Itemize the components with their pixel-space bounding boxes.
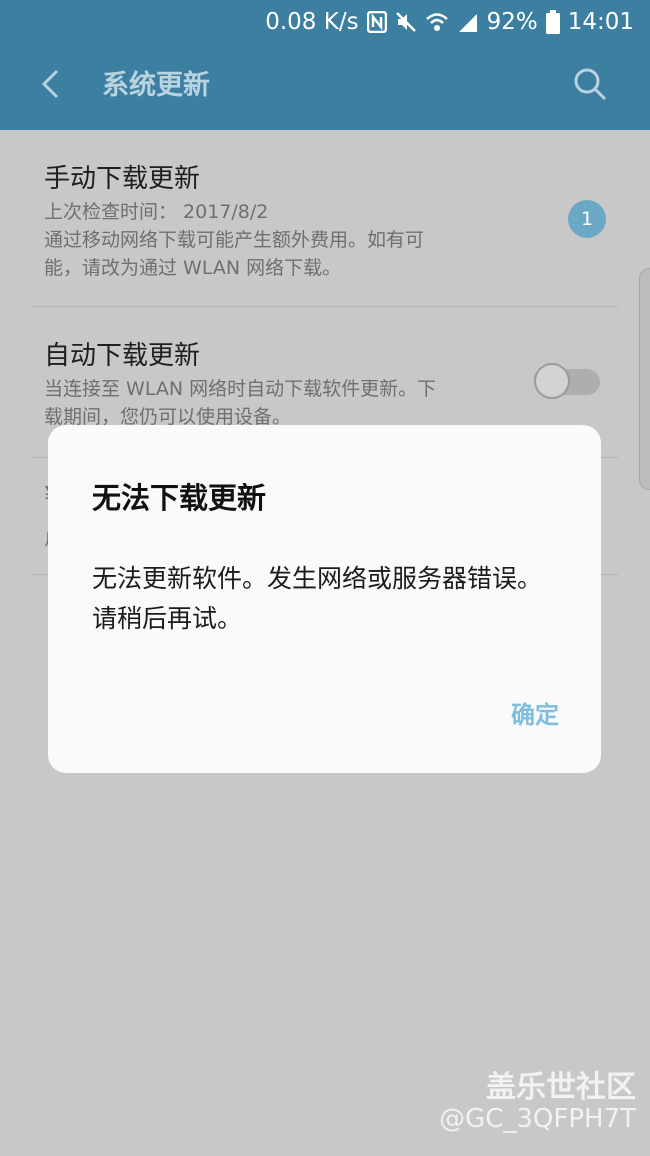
auto-download-toggle[interactable]	[534, 363, 600, 399]
manual-download-item[interactable]: 手动下载更新 上次检查时间： 2017/8/2 通过移动网络下载可能产生额外费用…	[0, 130, 650, 306]
ok-button[interactable]: 确定	[511, 695, 559, 730]
manual-download-desc-1: 通过移动网络下载可能产生额外费用。如有可	[44, 229, 425, 251]
battery-icon	[545, 10, 560, 34]
watermark-community: 盖乐世社区	[486, 1070, 636, 1105]
edge-panel-handle[interactable]	[639, 268, 650, 490]
auto-download-desc-1: 当连接至 WLAN 网络时自动下载软件更新。下	[44, 378, 437, 400]
clock: 14:01	[567, 9, 634, 35]
toggle-knob	[534, 363, 570, 399]
error-dialog: 无法下载更新 无法更新软件。发生网络或服务器错误。请稍后再试。 确定	[48, 425, 601, 773]
page-title: 系统更新	[102, 70, 210, 101]
last-check-time: 上次检查时间： 2017/8/2	[44, 201, 269, 223]
mute-icon	[395, 11, 417, 33]
back-arrow-icon	[39, 68, 61, 104]
dialog-message: 无法更新软件。发生网络或服务器错误。请稍后再试。	[92, 564, 543, 633]
auto-download-title: 自动下载更新	[44, 341, 201, 371]
status-bar-right: 0.08 K/s 92% 14:01	[265, 0, 634, 44]
manual-download-title: 手动下载更新	[44, 164, 201, 194]
back-button[interactable]	[30, 66, 70, 106]
network-speed: 0.08 K/s	[265, 9, 359, 35]
search-button[interactable]	[570, 66, 610, 106]
signal-icon	[457, 11, 479, 33]
search-icon	[572, 66, 608, 106]
nfc-icon	[366, 11, 387, 33]
battery-level: 92%	[486, 9, 538, 35]
wifi-icon	[425, 11, 449, 33]
status-bar: 0.08 K/s 92% 14:01	[0, 0, 650, 44]
manual-download-desc-2: 能，请改为通过 WLAN 网络下载。	[44, 257, 342, 279]
update-count-badge: 1	[568, 200, 606, 238]
dialog-title: 无法下载更新	[92, 481, 267, 515]
app-bar: 系统更新	[0, 44, 650, 130]
watermark-user: @GC_3QFPH7T	[439, 1104, 636, 1134]
